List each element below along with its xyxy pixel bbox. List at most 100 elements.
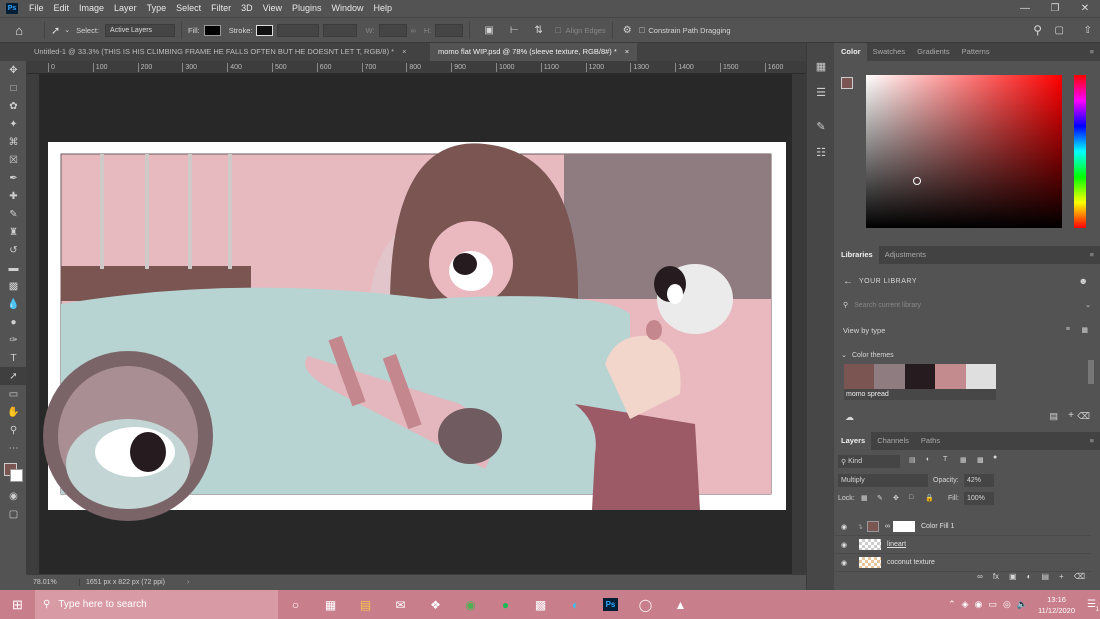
taskbar-search-input[interactable]: Type here to search xyxy=(58,599,146,610)
file-explorer-icon[interactable]: ▤ xyxy=(348,590,383,619)
canvas-area[interactable] xyxy=(40,74,792,574)
filter-pixel-icon[interactable]: ▤ xyxy=(909,456,916,464)
brush-panel-icon[interactable]: ✎ xyxy=(807,113,835,139)
path-select-tool-icon[interactable]: ➚ xyxy=(51,24,60,37)
cortana-icon[interactable]: ○ xyxy=(278,590,313,619)
add-icon[interactable]: + xyxy=(1068,410,1074,421)
minimize-icon[interactable]: — xyxy=(1010,0,1040,17)
eyedropper-tool-icon[interactable]: ✒ xyxy=(0,169,27,187)
restore-icon[interactable]: ❐ xyxy=(1040,0,1070,17)
cloud-icon[interactable]: ☁ xyxy=(845,412,854,423)
menu-view[interactable]: View xyxy=(258,0,287,17)
library-scrollbar[interactable] xyxy=(1088,360,1094,384)
library-search[interactable]: ⚲ Search current library ⌄ xyxy=(839,297,1091,313)
menu-select[interactable]: Select xyxy=(171,0,206,17)
search-input[interactable]: Search current library xyxy=(854,302,921,309)
filter-adjustment-icon[interactable]: ◐ xyxy=(926,456,930,463)
filter-shape-icon[interactable]: ▦ xyxy=(960,456,967,464)
theme-color-swatch[interactable] xyxy=(904,364,936,389)
tab-libraries[interactable]: Libraries xyxy=(835,246,879,264)
brush-settings-icon[interactable]: ☷ xyxy=(807,139,835,165)
panel-menu-icon[interactable]: ≡ xyxy=(1084,432,1100,450)
tab-swatches[interactable]: Swatches xyxy=(867,43,912,61)
task-view-icon[interactable]: ▦ xyxy=(313,590,348,619)
blur-tool-icon[interactable]: 💧 xyxy=(0,295,27,313)
layer-row[interactable]: ◉ lineart xyxy=(835,536,1091,554)
tab-color[interactable]: Color xyxy=(835,43,867,61)
tab-layers[interactable]: Layers xyxy=(835,432,872,450)
frame-tool-icon[interactable]: ☒ xyxy=(0,151,27,169)
color-picker-cursor[interactable] xyxy=(913,177,921,185)
eye-icon[interactable]: ◉ xyxy=(835,559,853,567)
chevron-down-icon[interactable]: ⌄ xyxy=(1085,301,1091,309)
sort-icon[interactable]: ≡ xyxy=(1066,326,1070,333)
grid-view-icon[interactable]: ▦ xyxy=(1081,326,1088,334)
eraser-tool-icon[interactable]: ▬ xyxy=(0,259,27,277)
more-tools-icon[interactable]: ⋯ xyxy=(0,439,27,457)
filter-type-icon[interactable]: T xyxy=(943,456,947,463)
background-color[interactable] xyxy=(10,469,23,482)
menu-edit[interactable]: Edit xyxy=(49,0,75,17)
adjustment-layer-icon[interactable]: ◐ xyxy=(1027,572,1032,581)
tray-app-icon[interactable]: ◉ xyxy=(975,599,983,610)
history-brush-icon[interactable]: ↺ xyxy=(0,241,27,259)
link-layers-icon[interactable]: ∞ xyxy=(977,572,983,581)
healing-tool-icon[interactable]: ✚ xyxy=(0,187,27,205)
tab-untitled[interactable]: Untitled-1 @ 33.3% (THIS IS HIS CLIMBING… xyxy=(0,43,430,61)
menu-file[interactable]: File xyxy=(24,0,49,17)
lock-all-icon[interactable]: 🔒 xyxy=(925,494,934,502)
trash-icon[interactable]: ⌫ xyxy=(1077,411,1090,422)
chevron-down-icon[interactable]: ⌄ xyxy=(64,26,70,34)
hand-tool-icon[interactable]: ✋ xyxy=(0,403,27,421)
path-arrangement-icon[interactable]: ⇅ xyxy=(535,25,543,36)
magic-wand-tool-icon[interactable]: ✦ xyxy=(0,115,27,133)
color-theme-card[interactable]: momo spread xyxy=(844,364,997,400)
photoshop-taskbar-icon[interactable]: Ps xyxy=(593,590,628,619)
width-field[interactable] xyxy=(378,23,407,37)
tab-patterns[interactable]: Patterns xyxy=(956,43,996,61)
battery-icon[interactable]: ▭ xyxy=(988,599,997,610)
foreground-color[interactable] xyxy=(841,77,853,89)
close-icon[interactable]: × xyxy=(402,43,406,61)
quick-mask-icon[interactable]: ◉ xyxy=(0,487,27,505)
vertical-scrollbar[interactable] xyxy=(792,74,806,574)
rectangle-tool-icon[interactable]: ▭ xyxy=(0,385,27,403)
lock-position-icon[interactable]: ✥ xyxy=(893,494,899,502)
select-dropdown[interactable]: Active Layers xyxy=(105,23,176,37)
path-alignment-icon[interactable]: ⊢ xyxy=(510,25,519,36)
height-field[interactable] xyxy=(435,23,464,37)
lock-image-icon[interactable]: ✎ xyxy=(877,494,883,502)
store-icon[interactable]: ▩ xyxy=(523,590,558,619)
type-tool-icon[interactable]: T xyxy=(0,349,27,367)
home-icon[interactable]: ⌂ xyxy=(0,23,38,38)
stroke-width-field[interactable] xyxy=(277,23,320,37)
hue-slider[interactable] xyxy=(1074,75,1086,228)
layer-filter-dropdown[interactable]: ⚲ Kind xyxy=(838,455,900,468)
menu-layer[interactable]: Layer xyxy=(109,0,142,17)
tab-adjustments[interactable]: Adjustments xyxy=(879,246,932,264)
zoom-tool-icon[interactable]: ⚲ xyxy=(0,421,27,439)
menu-3d[interactable]: 3D xyxy=(236,0,258,17)
blend-mode-dropdown[interactable]: Multiply xyxy=(838,474,928,487)
trash-icon[interactable]: ⌫ xyxy=(1074,572,1085,581)
add-mask-icon[interactable]: ▣ xyxy=(1009,572,1017,581)
lock-transparent-icon[interactable]: ▦ xyxy=(861,494,868,502)
zoom-level[interactable]: 78.01% xyxy=(27,579,79,586)
theme-color-swatch[interactable] xyxy=(965,364,997,389)
panel-menu-icon[interactable]: ≡ xyxy=(1084,43,1100,61)
user-icon[interactable]: ☻ xyxy=(1079,276,1088,286)
notification-icon[interactable]: ☰ 1 xyxy=(1087,599,1099,613)
back-arrow-icon[interactable]: ← xyxy=(843,276,853,287)
pen-tool-icon[interactable]: ✑ xyxy=(0,331,27,349)
menu-type[interactable]: Type xyxy=(142,0,172,17)
crop-tool-icon[interactable]: ⌘ xyxy=(0,133,27,151)
menu-filter[interactable]: Filter xyxy=(206,0,236,17)
fx-icon[interactable]: fx xyxy=(993,572,999,581)
chevron-up-icon[interactable]: ⌃ xyxy=(948,599,956,610)
gradient-tool-icon[interactable]: ▩ xyxy=(0,277,27,295)
panel-menu-icon[interactable]: ≡ xyxy=(1084,246,1100,264)
screen-mode-icon[interactable]: ▢ xyxy=(0,505,27,523)
edge-icon[interactable]: ◐ xyxy=(558,590,593,619)
taskbar-search[interactable]: ⚲ Type here to search xyxy=(35,590,278,619)
constrain-checkbox[interactable]: ☐ xyxy=(639,26,646,35)
